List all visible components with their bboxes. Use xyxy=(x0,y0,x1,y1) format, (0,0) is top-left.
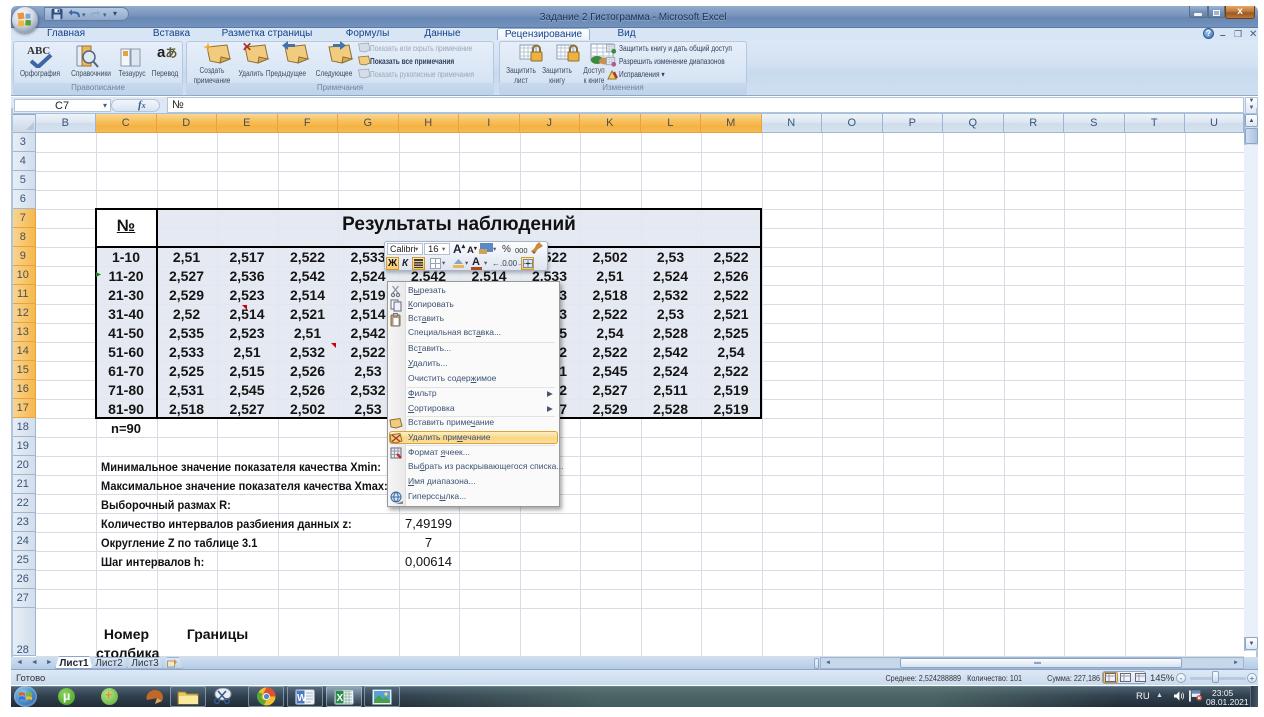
svg-text:X: X xyxy=(337,693,344,704)
svg-text:W: W xyxy=(297,693,307,704)
